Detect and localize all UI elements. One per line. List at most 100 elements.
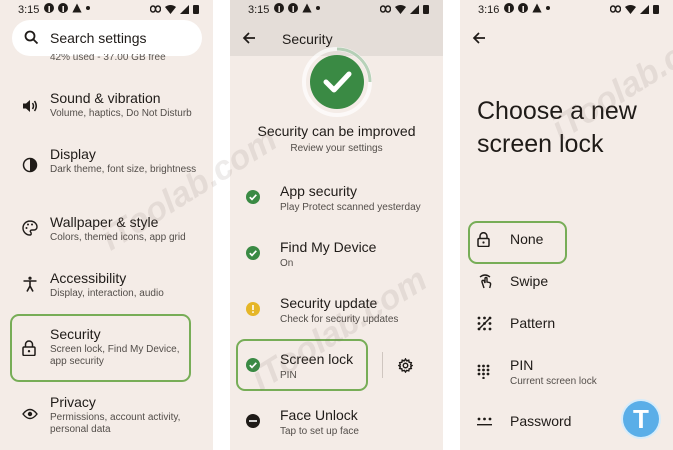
link-icon — [610, 5, 621, 13]
settings-item-subtitle: Display, interaction, audio — [50, 288, 164, 299]
settings-item-sound[interactable]: Sound & vibration Volume, haptics, Do No… — [0, 88, 213, 128]
back-arrow-icon[interactable] — [242, 31, 256, 45]
security-item-subtitle: Play Protect scanned yesterday — [280, 202, 421, 213]
lock-option-subtitle: Current screen lock — [510, 376, 597, 387]
wifi-icon — [625, 4, 636, 14]
settings-item-display[interactable]: Display Dark theme, font size, brightnes… — [0, 145, 213, 193]
settings-item-title: Display — [50, 146, 96, 162]
settings-item-subtitle: Permissions, account activity, personal … — [50, 412, 181, 435]
settings-item-security[interactable]: Security Screen lock, Find My Device, ap… — [0, 324, 213, 372]
lock-option-title: Pattern — [510, 315, 556, 331]
check-circle-icon — [246, 246, 260, 260]
facebook-icon — [58, 3, 68, 13]
gear-icon[interactable] — [398, 358, 413, 373]
warning-icon — [72, 3, 82, 13]
password-icon — [477, 417, 492, 426]
status-bar: 3:15 — [0, 0, 213, 22]
check-circle-icon — [246, 358, 260, 372]
security-item-subtitle: On — [280, 258, 294, 269]
lock-option-pin[interactable]: PIN Current screen lock — [460, 355, 673, 391]
security-item-subtitle: PIN — [280, 370, 297, 381]
storage-summary: 42% used - 37.00 GB free — [50, 54, 166, 63]
security-item-subtitle: Check for security updates — [280, 314, 399, 325]
settings-panel: 3:15 Search settings 42% used - 37.00 GB… — [0, 0, 213, 450]
lock-option-pattern[interactable]: Pattern — [460, 313, 673, 337]
divider — [382, 352, 383, 378]
settings-item-subtitle: Dark theme, font size, brightness — [50, 164, 197, 175]
security-item-title: Screen lock — [280, 351, 354, 367]
page-title: Security — [282, 31, 333, 47]
brightness-icon — [22, 157, 38, 173]
lock-option-title: Password — [510, 413, 572, 429]
security-item-screen-lock[interactable]: Screen lock PIN — [230, 350, 380, 390]
battery-icon — [193, 5, 199, 14]
security-item-title: Find My Device — [280, 239, 377, 255]
page-title-line: screen lock — [477, 130, 604, 158]
check-circle-icon — [246, 190, 260, 204]
security-status-check-icon — [302, 47, 372, 117]
status-bar: 3:15 — [230, 0, 443, 22]
wifi-icon — [165, 4, 176, 14]
status-time: 3:16 — [478, 4, 500, 16]
settings-item-title: Privacy — [50, 394, 96, 410]
search-placeholder: Search settings — [50, 30, 147, 46]
settings-item-title: Accessibility — [50, 270, 127, 286]
settings-item-accessibility[interactable]: Accessibility Display, interaction, audi… — [0, 269, 213, 309]
security-item-title: App security — [280, 183, 358, 199]
lock-option-swipe[interactable]: Swipe — [460, 271, 673, 295]
page-title: Choose a new screen lock — [477, 95, 637, 161]
eye-icon — [22, 408, 38, 420]
lock-option-title: PIN — [510, 357, 534, 373]
notification-dot — [546, 6, 550, 10]
settings-item-wallpaper[interactable]: Wallpaper & style Colors, themed icons, … — [0, 213, 213, 253]
settings-item-subtitle: Screen lock, Find My Device, app securit… — [50, 344, 180, 367]
security-item-title: Security update — [280, 295, 378, 311]
signal-icon — [410, 4, 419, 14]
pin-icon — [477, 364, 490, 379]
itoolab-logo: T — [623, 401, 659, 437]
facebook-icon — [274, 3, 284, 13]
security-item-face-unlock[interactable]: Face Unlock Tap to set up face — [230, 406, 443, 446]
swipe-icon — [479, 274, 492, 289]
status-bar: 3:16 — [460, 0, 673, 22]
search-icon — [24, 30, 39, 45]
security-headline: Security can be improved — [257, 123, 416, 139]
settings-item-title: Sound & vibration — [50, 90, 161, 106]
facebook-icon — [288, 3, 298, 13]
notification-dot — [86, 6, 90, 10]
notification-dot — [316, 6, 320, 10]
search-bar[interactable]: Search settings — [12, 20, 202, 56]
speaker-icon — [23, 100, 37, 112]
security-item-find-my-device[interactable]: Find My Device On — [230, 238, 443, 278]
screen-lock-panel: 3:16 Choose a new screen lock None Swipe… — [460, 0, 673, 450]
wifi-icon — [395, 4, 406, 14]
page-title-line: Choose a new — [477, 97, 637, 125]
settings-item-subtitle: Volume, haptics, Do Not Disturb — [50, 108, 192, 119]
battery-icon — [423, 5, 429, 14]
signal-icon — [180, 4, 189, 14]
security-panel: Security 3:15 Security can be improved R… — [230, 0, 443, 450]
pattern-icon — [477, 316, 492, 331]
security-item-security-update[interactable]: Security update Check for security updat… — [230, 294, 443, 334]
link-icon — [150, 5, 161, 13]
settings-item-subtitle: Colors, themed icons, app grid — [50, 232, 186, 243]
facebook-icon — [504, 3, 514, 13]
facebook-icon — [518, 3, 528, 13]
settings-item-privacy[interactable]: Privacy Permissions, account activity, p… — [0, 393, 213, 441]
lock-option-none[interactable]: None — [460, 229, 673, 253]
palette-icon — [22, 220, 38, 236]
security-subline: Review your settings — [290, 143, 383, 154]
facebook-icon — [44, 3, 54, 13]
security-item-app-security[interactable]: App security Play Protect scanned yester… — [230, 182, 443, 222]
settings-item-title: Security — [50, 326, 101, 342]
lock-icon — [22, 340, 36, 356]
lock-option-title: None — [510, 231, 544, 247]
settings-item-title: Wallpaper & style — [50, 214, 159, 230]
battery-icon — [653, 5, 659, 14]
lock-option-title: Swipe — [510, 273, 549, 289]
warning-icon — [302, 3, 312, 13]
accessibility-icon — [23, 276, 37, 292]
security-item-subtitle: Tap to set up face — [280, 426, 359, 437]
signal-icon — [640, 4, 649, 14]
back-arrow-icon[interactable] — [472, 31, 486, 45]
